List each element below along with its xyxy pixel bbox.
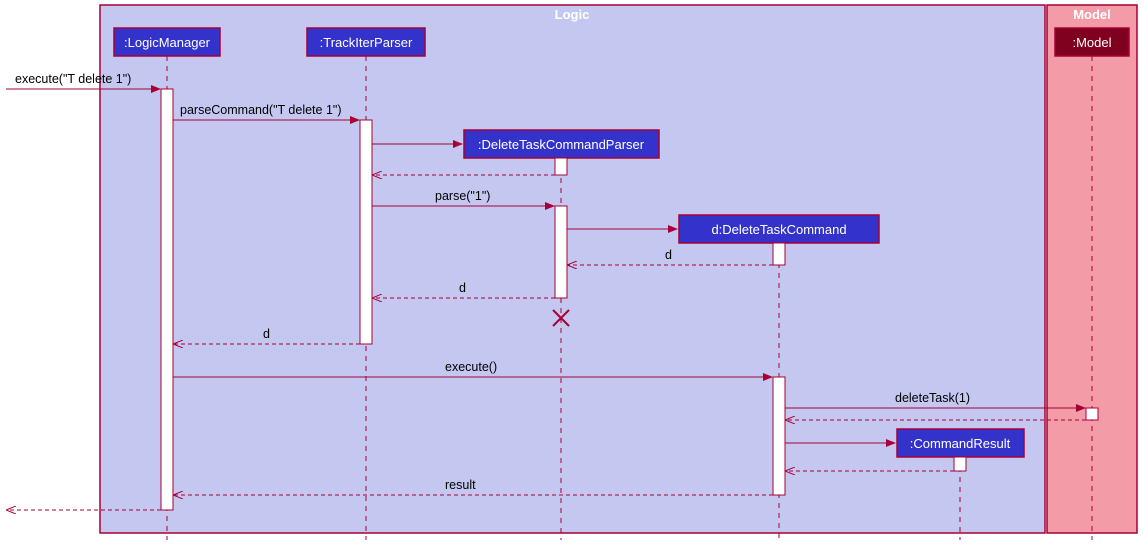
svg-text:d: d xyxy=(263,327,270,341)
svg-text:execute("T delete 1"): execute("T delete 1") xyxy=(15,72,131,86)
svg-text:execute(): execute() xyxy=(445,360,497,374)
sequence-diagram: Logic Model :LogicManager :TrackIterPars… xyxy=(0,0,1143,546)
activation-cr xyxy=(954,457,966,471)
svg-text:d: d xyxy=(665,248,672,262)
svg-text::Model: :Model xyxy=(1072,35,1111,50)
svg-text:deleteTask(1): deleteTask(1) xyxy=(895,391,970,405)
activation-lm xyxy=(161,89,173,510)
svg-text:result: result xyxy=(445,478,476,492)
activation-dtcp-1 xyxy=(555,158,567,175)
logic-frame-title: Logic xyxy=(555,7,590,22)
svg-text::TrackIterParser: :TrackIterParser xyxy=(320,35,413,50)
svg-text:d: d xyxy=(459,281,466,295)
svg-text:d:DeleteTaskCommand: d:DeleteTaskCommand xyxy=(711,222,846,237)
svg-text:parse("1"): parse("1") xyxy=(435,189,490,203)
activation-tip xyxy=(360,120,372,344)
activation-dtc-1 xyxy=(773,243,785,265)
svg-text::LogicManager: :LogicManager xyxy=(124,35,211,50)
activation-dtcp-2 xyxy=(555,206,567,298)
svg-text::DeleteTaskCommandParser: :DeleteTaskCommandParser xyxy=(478,137,645,152)
svg-text:parseCommand("T delete 1"): parseCommand("T delete 1") xyxy=(180,103,342,117)
activation-model xyxy=(1086,408,1098,420)
model-frame-title: Model xyxy=(1073,7,1111,22)
svg-text::CommandResult: :CommandResult xyxy=(910,436,1011,451)
activation-dtc-2 xyxy=(773,377,785,495)
